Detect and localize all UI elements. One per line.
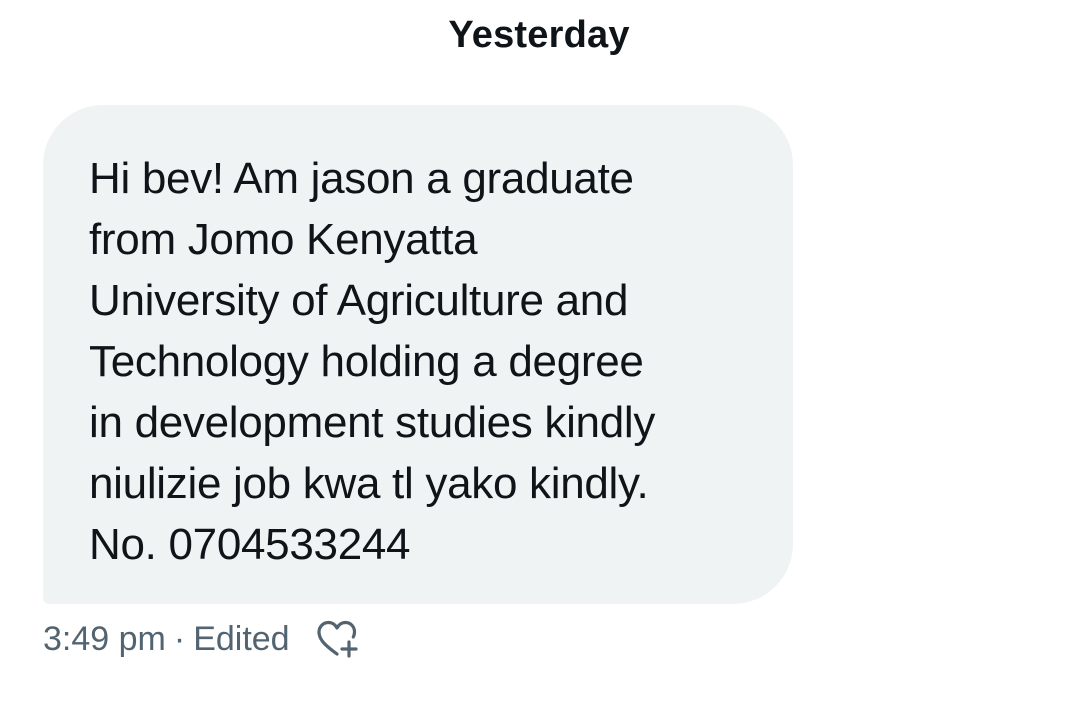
message-timestamp: 3:49 pm — [43, 619, 166, 658]
edited-label: Edited — [193, 619, 290, 658]
add-reaction-button[interactable] — [314, 615, 362, 663]
message-meta: 3:49 pm · Edited — [43, 614, 362, 664]
heart-plus-icon — [316, 620, 358, 658]
date-divider: Yesterday — [448, 14, 630, 56]
meta-separator: · — [173, 619, 186, 658]
message-text: Hi bev! Am jason a graduate from Jomo Ke… — [89, 154, 656, 569]
